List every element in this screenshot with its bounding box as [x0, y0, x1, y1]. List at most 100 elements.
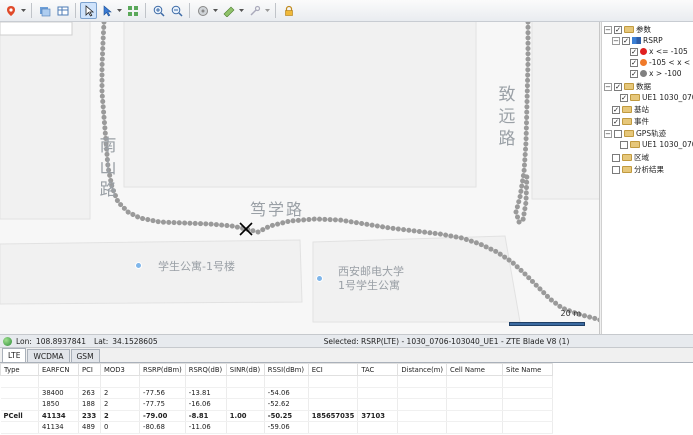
column-header[interactable]: RSRP(dBm) [139, 363, 186, 376]
lock-icon[interactable] [280, 2, 297, 19]
table-cell [226, 421, 265, 434]
file-icon [630, 141, 640, 148]
poi-dot[interactable] [316, 275, 323, 282]
column-header[interactable]: PCI [78, 363, 101, 376]
tools-icon[interactable] [246, 2, 263, 19]
checkbox[interactable] [620, 140, 628, 149]
checkbox[interactable]: ✓ [614, 25, 622, 34]
table-row[interactable] [0, 375, 553, 388]
tree-item-gps[interactable]: − GPS轨迹 [604, 128, 666, 139]
table-cell: 0 [100, 421, 140, 434]
column-header[interactable]: MOD3 [100, 363, 140, 376]
poi-label-xupt-line1: 西安邮电大学 [338, 265, 404, 278]
tree-item-data-file[interactable]: ✓ UE1 1030_0706 [620, 92, 693, 103]
tab-gsm[interactable]: GSM [70, 349, 100, 362]
table-row[interactable]: 1850 188 2 -77.75 -16.06 -52.62 [0, 398, 553, 411]
column-header[interactable]: SINR(dB) [225, 363, 265, 376]
checkbox[interactable]: ✓ [612, 117, 620, 126]
table-cell [446, 387, 503, 399]
tab-lte[interactable]: LTE [2, 348, 27, 362]
chevron-down-icon[interactable] [20, 2, 27, 19]
table-cell: -16.06 [185, 398, 227, 411]
column-header[interactable]: EARFCN [38, 363, 79, 376]
collapse-icon[interactable]: − [604, 25, 612, 34]
checkbox[interactable] [614, 129, 622, 138]
table-row[interactable]: 41134 489 0 -80.68 -11.06 -59.06 [0, 421, 553, 434]
file-icon [630, 94, 640, 101]
zoom-in-icon[interactable] [150, 2, 167, 19]
pan-icon[interactable] [194, 2, 211, 19]
zoom-out-icon[interactable] [168, 2, 185, 19]
column-header[interactable]: Type [0, 363, 39, 376]
tree-item-results[interactable]: 分析结果 [612, 164, 664, 175]
lat-label: Lat: [94, 336, 109, 346]
tree-item-legend-high[interactable]: ✓ x > -100 [630, 68, 682, 79]
select-icon[interactable] [98, 2, 115, 19]
pointer-icon[interactable] [80, 2, 97, 19]
tree-item-gps-file[interactable]: UE1 1030_070 [620, 139, 693, 150]
table-cell: 233 [78, 410, 101, 422]
tree-item-legend-low[interactable]: ✓ x <= -105 [630, 46, 688, 57]
column-header[interactable]: ECI [307, 363, 359, 376]
gps-trace-branch[interactable] [513, 22, 531, 226]
checkbox[interactable] [612, 153, 620, 162]
chevron-down-icon[interactable] [264, 2, 271, 19]
checkbox[interactable]: ✓ [630, 47, 638, 56]
collapse-icon[interactable]: − [612, 36, 620, 45]
table-cell: -59.06 [264, 421, 309, 434]
tree-item-params[interactable]: − ✓ 参数 [604, 24, 651, 35]
column-header[interactable]: Site Name [502, 363, 553, 376]
column-header[interactable]: RSSI(dBm) [263, 363, 309, 376]
data-tabs: LTE WCDMA GSM [0, 348, 693, 363]
chevron-down-icon[interactable] [238, 2, 245, 19]
table-cell: 1850 [38, 398, 79, 411]
collapse-icon[interactable]: − [604, 82, 612, 91]
tab-wcdma[interactable]: WCDMA [27, 349, 70, 362]
poi-label-dorm1: 学生公寓-1号楼 [158, 260, 235, 273]
tree-item-rsrp[interactable]: − ✓ RSRP [612, 35, 663, 46]
table-cell [502, 398, 553, 411]
map-canvas[interactable] [0, 22, 600, 334]
grid-icon[interactable] [124, 2, 141, 19]
table-view-icon[interactable] [54, 2, 71, 19]
table-row[interactable]: 38400 263 2 -77.56 -13.81 -54.06 [0, 387, 553, 399]
collapse-icon[interactable]: − [604, 129, 612, 138]
tree-item-label: GPS轨迹 [636, 129, 667, 138]
chevron-down-icon[interactable] [116, 2, 123, 19]
status-bar: Lon: 108.8937841 Lat: 34.1528605 Selecte… [0, 334, 693, 348]
table-cell [502, 421, 553, 434]
red-dot-icon [640, 48, 647, 55]
checkbox[interactable] [612, 165, 620, 174]
tree-item-data[interactable]: − ✓ 数据 [604, 81, 651, 92]
toolbar-separator [75, 3, 76, 18]
checkbox[interactable]: ✓ [622, 36, 630, 45]
checkbox[interactable]: ✓ [630, 58, 638, 67]
layer-tree: − ✓ 参数 − ✓ RSRP ✓ x <= -105 ✓ -105 < x <… [601, 22, 693, 334]
column-header[interactable]: Distance(m) [397, 363, 447, 376]
table-cell: -77.56 [139, 387, 186, 399]
checkbox[interactable]: ✓ [612, 105, 620, 114]
column-header[interactable]: Cell Name [446, 363, 503, 376]
table-cell [446, 398, 503, 411]
poi-dot[interactable] [135, 262, 142, 269]
tree-item-legend-mid[interactable]: ✓ -105 < x < [630, 57, 690, 68]
layers-icon[interactable] [36, 2, 53, 19]
column-header[interactable]: RSRQ(dB) [184, 363, 227, 376]
table-row[interactable]: PCell 41134 233 2 -79.00 -8.81 1.00 -50.25 18565… [0, 410, 553, 422]
checkbox[interactable]: ✓ [614, 82, 622, 91]
checkbox[interactable]: ✓ [630, 69, 638, 78]
table-cell: -52.62 [264, 398, 309, 411]
table-cell: -54.06 [264, 387, 309, 399]
tree-item-sites[interactable]: ✓ 基站 [612, 104, 649, 115]
chevron-down-icon[interactable] [212, 2, 219, 19]
tree-item-regions[interactable]: 区域 [612, 152, 649, 163]
table-cell: -11.06 [185, 421, 227, 434]
column-header[interactable]: TAC [357, 363, 399, 376]
tree-item-events[interactable]: ✓ 事件 [612, 116, 649, 127]
measure-icon[interactable] [220, 2, 237, 19]
folder-icon [624, 130, 634, 137]
map-pin-icon[interactable] [2, 2, 19, 19]
table-cell: -80.68 [139, 421, 186, 434]
checkbox[interactable]: ✓ [620, 93, 628, 102]
map-view[interactable]: 南山路 致远路 笃学路 学生公寓-1号楼 西安邮电大学 1号学生公寓 20 m [0, 22, 600, 334]
